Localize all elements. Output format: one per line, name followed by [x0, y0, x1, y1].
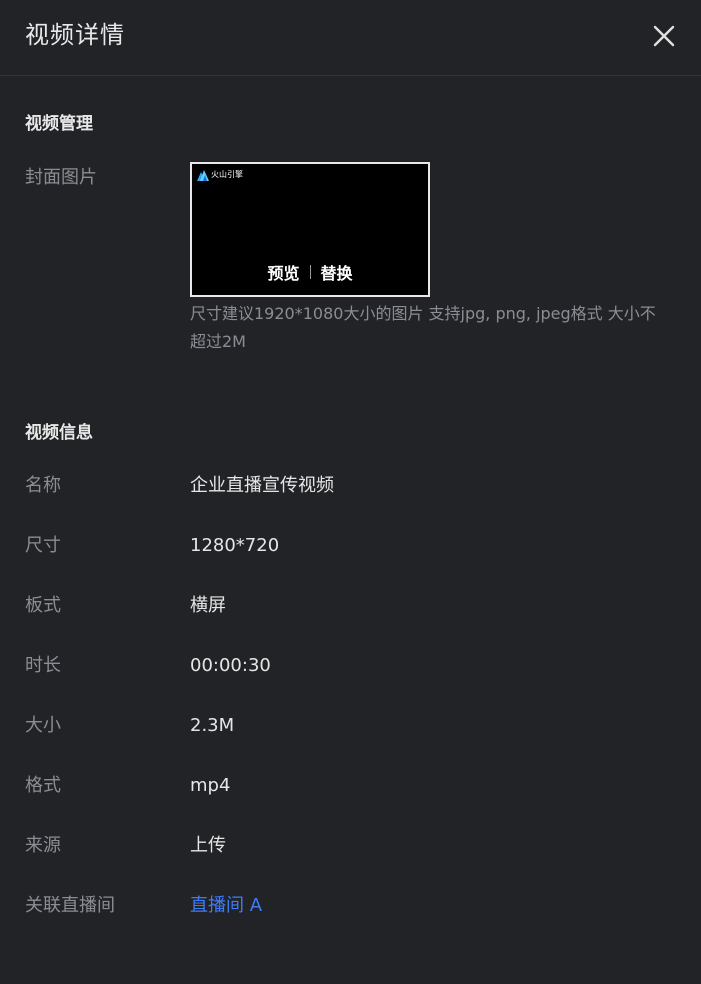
info-value-name: 企业直播宣传视频	[190, 475, 334, 496]
info-label-source: 来源	[25, 835, 61, 856]
close-button[interactable]	[650, 22, 678, 50]
cover-hint: 尺寸建议1920*1080大小的图片 支持jpg, png, jpeg格式 大小…	[190, 304, 656, 351]
info-label-duration: 时长	[25, 655, 61, 676]
replace-button[interactable]: 替换	[321, 260, 353, 284]
info-value-orientation: 横屏	[190, 595, 226, 616]
brand-logo: 火山引擎	[197, 169, 243, 181]
volcano-engine-logo-icon	[197, 169, 209, 181]
drawer-title: 视频详情	[25, 21, 125, 49]
info-value-dimensions: 1280*720	[190, 535, 280, 556]
info-value-size: 2.3M	[190, 715, 235, 736]
info-label-orientation: 板式	[25, 595, 61, 616]
info-label-name: 名称	[25, 475, 61, 496]
brand-text: 火山引擎	[211, 170, 243, 179]
info-label-dimensions: 尺寸	[25, 535, 61, 556]
preview-button[interactable]: 预览	[267, 260, 299, 284]
info-value-format: mp4	[190, 775, 231, 796]
info-value-duration: 00:00:30	[190, 655, 271, 676]
info-label-format: 格式	[25, 775, 61, 796]
info-value-source: 上传	[190, 835, 226, 856]
linked-live-room-link[interactable]: 直播间 A	[190, 893, 262, 919]
cover-actions: 预览 替换	[192, 260, 428, 284]
cover-label: 封面图片	[25, 167, 97, 188]
close-icon	[653, 25, 675, 47]
drawer-header: 视频详情	[0, 0, 701, 76]
video-detail-drawer: 视频详情 视频管理 封面图片 火山引擎 预览 替换 尺寸建议1920*1080大…	[0, 0, 701, 984]
section-title-info: 视频信息	[25, 423, 93, 443]
action-divider	[309, 265, 311, 279]
cover-image[interactable]: 火山引擎 预览 替换	[190, 162, 430, 297]
section-title-manage: 视频管理	[25, 114, 93, 134]
info-label-size: 大小	[25, 715, 61, 736]
info-label-linked-room: 关联直播间	[25, 895, 115, 916]
